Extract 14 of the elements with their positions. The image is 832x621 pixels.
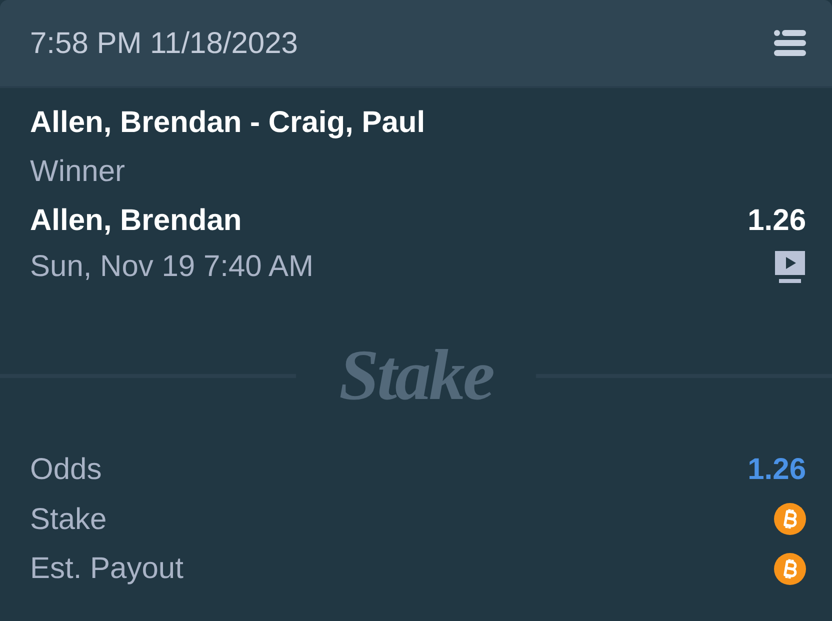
odds-value: 1.26 [748, 452, 806, 488]
summary-label: Est. Payout [30, 551, 184, 587]
summary-label: Odds [30, 452, 102, 488]
selection-odds: 1.26 [748, 203, 806, 239]
play-screen-icon[interactable] [774, 251, 806, 283]
bet-datetime: 7:58 PM 11/18/2023 [30, 26, 298, 62]
summary-label: Stake [30, 502, 107, 538]
bitcoin-coin-icon [774, 503, 806, 536]
bitcoin-coin-icon [774, 552, 806, 585]
menu-icon[interactable] [774, 30, 806, 56]
event-start-time: Sun, Nov 19 7:40 AM [30, 249, 314, 285]
event-title: Allen, Brendan - Craig, Paul [30, 105, 426, 141]
selection-name: Allen, Brendan [30, 203, 242, 239]
market-name: Winner [30, 154, 126, 190]
